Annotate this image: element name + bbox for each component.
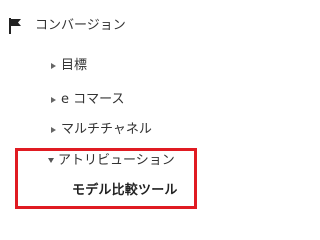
chevron-right-icon xyxy=(51,97,56,103)
chevron-down-icon xyxy=(48,157,54,163)
nav-item-model-comparison-tool[interactable]: モデル比較ツール xyxy=(72,182,178,200)
flag-icon xyxy=(9,18,21,34)
chevron-right-icon xyxy=(51,127,56,133)
nav-item-ecommerce[interactable]: e コマース xyxy=(51,91,124,109)
section-conversions-label[interactable]: コンバージョン xyxy=(35,17,126,35)
nav-item-multichannel[interactable]: マルチチャネル xyxy=(51,121,152,139)
navigation-panel: コンバージョン 目標 e コマース マルチチャネル アトリビューション モデル比… xyxy=(0,0,205,214)
nav-item-model-comparison-tool-label: モデル比較ツール xyxy=(72,183,178,198)
chevron-right-icon xyxy=(51,63,56,69)
nav-item-goals[interactable]: 目標 xyxy=(51,57,87,75)
nav-item-goals-label: 目標 xyxy=(61,58,88,73)
nav-item-attribution[interactable]: アトリビューション xyxy=(48,152,175,170)
nav-item-multichannel-label: マルチチャネル xyxy=(61,122,152,137)
nav-item-attribution-label: アトリビューション xyxy=(58,153,175,168)
nav-item-ecommerce-label: e コマース xyxy=(61,92,125,107)
